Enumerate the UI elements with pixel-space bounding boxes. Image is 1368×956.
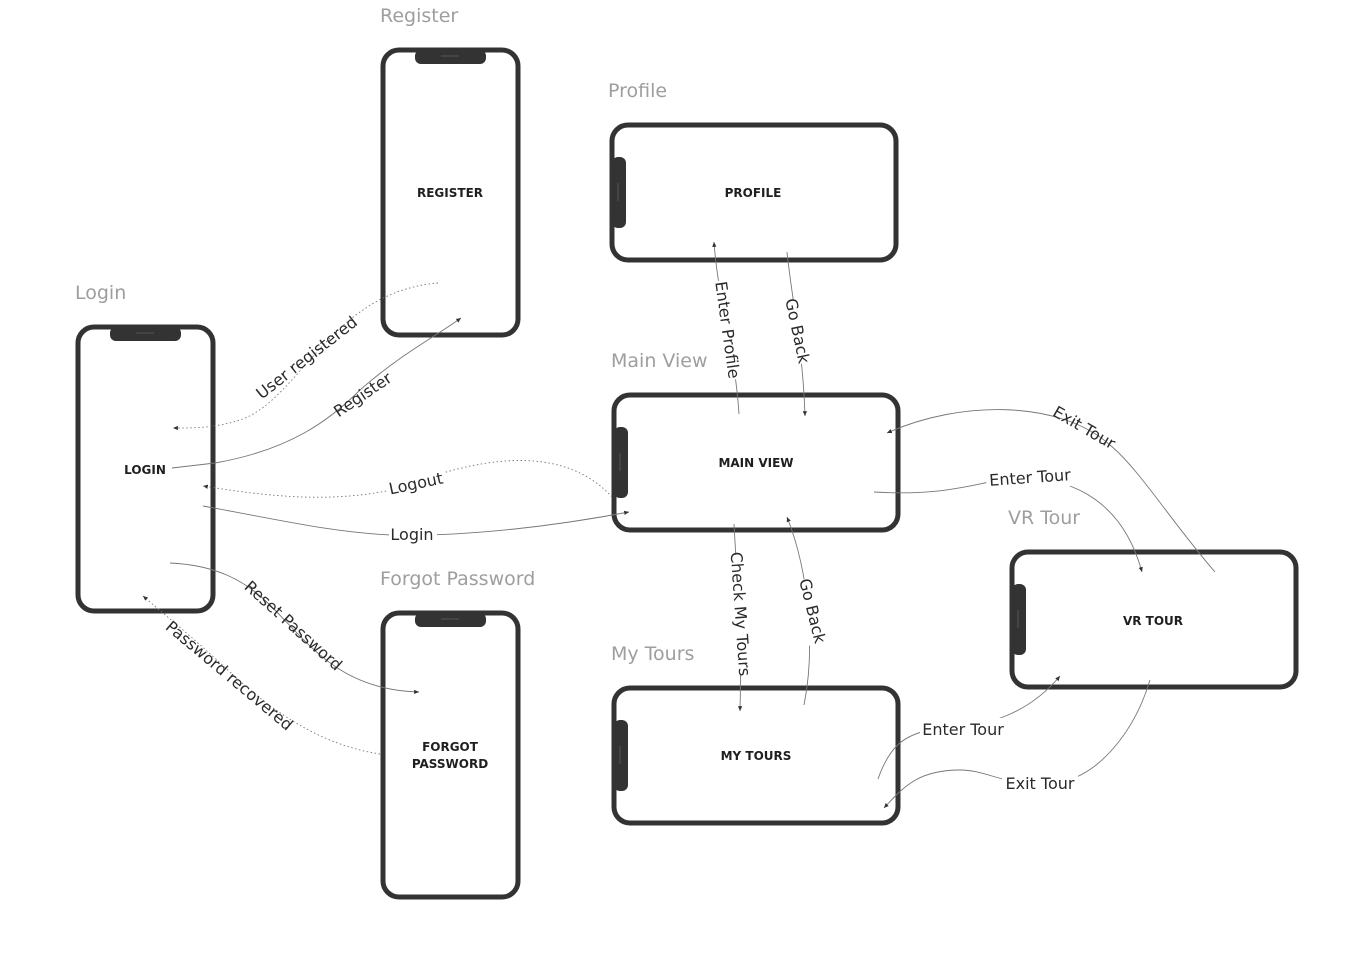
frame-title-profile: Profile (608, 80, 667, 102)
edge-exit-tour-my-tours[interactable]: Exit Tour (883, 679, 1151, 809)
frame-forgot-password[interactable]: Forgot Password FORGOT PASSWORD (380, 568, 535, 900)
screen-label-vr-tour: VR TOUR (1123, 614, 1183, 628)
phone-notch-icon (614, 720, 628, 791)
edge-label-reset-password: Reset Password (241, 577, 346, 674)
edge-label-user-registered: User registered (252, 312, 361, 403)
frame-title-my-tours: My Tours (611, 643, 694, 665)
edge-label-enter-tour-my-tours: Enter Tour (922, 720, 1004, 739)
edge-go-back-profile[interactable]: Go Back (778, 251, 816, 417)
frame-login[interactable]: Login LOGIN (75, 282, 216, 614)
edge-label-register: Register (330, 368, 396, 421)
phone-notch-icon (614, 427, 628, 498)
phone-notch-icon (415, 50, 486, 64)
frame-profile[interactable]: Profile PROFILE (608, 80, 899, 263)
frame-title-main-view: Main View (611, 350, 707, 372)
screen-label-main-view: MAIN VIEW (718, 456, 793, 470)
frame-title-forgot-password: Forgot Password (380, 568, 535, 590)
screen-label-profile: PROFILE (725, 186, 782, 200)
frame-vr-tour[interactable]: VR Tour VR TOUR (1008, 507, 1299, 690)
edge-check-my-tours[interactable]: Check My Tours (727, 523, 755, 712)
edge-enter-profile[interactable]: Enter Profile (709, 241, 747, 415)
screen-label-forgot-password-line2: PASSWORD (412, 757, 488, 771)
edge-label-exit-tour-my-tours: Exit Tour (1006, 774, 1075, 793)
edge-password-recovered[interactable]: Password recovered (142, 595, 381, 755)
phone-portrait-forgot-password (380, 610, 521, 900)
frame-title-login: Login (75, 282, 126, 304)
edge-label-exit-tour-vr: Exit Tour (1050, 402, 1120, 453)
frame-title-vr-tour: VR Tour (1008, 507, 1080, 529)
phone-notch-icon (110, 327, 181, 341)
edge-login[interactable]: Login (202, 505, 630, 546)
edge-label-password-recovered: Password recovered (162, 617, 297, 734)
edge-go-back-my-tours[interactable]: Go Back (786, 516, 832, 706)
edge-label-login: Login (390, 525, 433, 544)
screen-label-forgot-password-line1: FORGOT (422, 740, 479, 754)
screen-label-my-tours: MY TOURS (721, 749, 792, 763)
phone-notch-icon (415, 613, 486, 627)
screen-label-register: REGISTER (417, 186, 483, 200)
user-flow-diagram: Login LOGIN Register REGISTER Forgot Pas… (75, 5, 1299, 900)
phone-notch-icon (612, 157, 626, 228)
edge-enter-tour-my-tours[interactable]: Enter Tour (877, 675, 1061, 780)
phone-notch-icon (1012, 584, 1026, 655)
frame-register[interactable]: Register REGISTER (380, 5, 521, 338)
frame-main-view[interactable]: Main View MAIN VIEW (611, 350, 901, 533)
edge-logout[interactable]: Logout (202, 460, 613, 500)
screen-label-login: LOGIN (124, 463, 166, 477)
frame-title-register: Register (380, 5, 458, 27)
